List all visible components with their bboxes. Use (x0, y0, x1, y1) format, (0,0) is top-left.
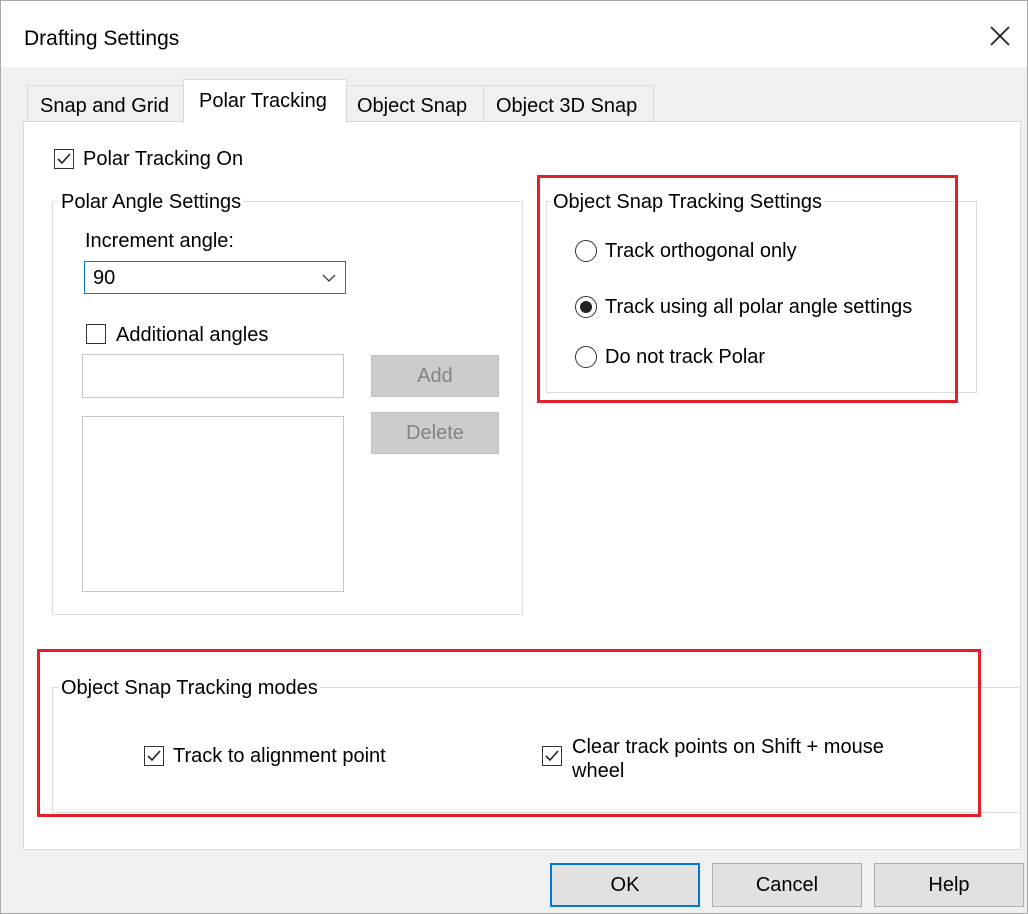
add-button[interactable]: Add (371, 355, 499, 397)
polar-angle-settings-title: Polar Angle Settings (59, 191, 244, 214)
object-snap-tracking-modes-title: Object Snap Tracking modes (59, 677, 320, 700)
add-button-label: Add (417, 365, 453, 387)
checkmark-icon (57, 153, 71, 165)
do-not-track-polar-radio[interactable] (575, 346, 597, 368)
checkmark-icon (147, 750, 161, 762)
additional-angles-checkbox[interactable] (86, 324, 106, 344)
checkmark-icon (545, 750, 559, 762)
title-bar: Drafting Settings (1, 1, 1027, 67)
chevron-down-icon (322, 274, 336, 282)
object-snap-tracking-settings-title: Object Snap Tracking Settings (551, 191, 825, 214)
track-all-polar-angles-radio[interactable] (575, 296, 597, 318)
clear-track-points-label: Clear track points on Shift + mouse whee… (572, 735, 884, 783)
close-button[interactable] (979, 15, 1023, 59)
tab-label: Polar Tracking (199, 90, 327, 112)
polar-tracking-on-label: Polar Tracking On (83, 148, 244, 170)
polar-tracking-on-checkbox[interactable] (54, 149, 74, 169)
track-orthogonal-only-radio[interactable] (575, 240, 597, 262)
tab-object-3d-snap[interactable]: Object 3D Snap (483, 85, 654, 122)
delete-button-label: Delete (406, 422, 464, 444)
track-to-alignment-point-label: Track to alignment point (173, 745, 386, 767)
tab-label: Object Snap (357, 95, 468, 117)
additional-angle-input[interactable] (82, 354, 344, 398)
clear-track-points-label-line1: Clear track points on Shift + mouse (572, 736, 884, 758)
close-icon (990, 26, 1010, 46)
clear-track-points-checkbox[interactable] (542, 746, 562, 766)
delete-button[interactable]: Delete (371, 412, 499, 454)
tab-object-snap[interactable]: Object Snap (346, 85, 484, 122)
track-orthogonal-only-label: Track orthogonal only (605, 240, 797, 262)
drafting-settings-dialog: Drafting Settings Snap and Grid Polar Tr… (0, 0, 1028, 914)
increment-angle-label: Increment angle: (85, 230, 234, 252)
increment-angle-dropdown[interactable]: 90 (84, 261, 346, 294)
tab-label: Snap and Grid (40, 95, 169, 117)
tab-snap-and-grid[interactable]: Snap and Grid (27, 85, 184, 122)
radio-selected-dot (580, 301, 592, 313)
help-button[interactable]: Help (874, 863, 1024, 907)
track-to-alignment-point-checkbox[interactable] (144, 746, 164, 766)
clear-track-points-label-line2: wheel (572, 760, 625, 782)
tab-label: Object 3D Snap (496, 95, 638, 117)
additional-angles-label: Additional angles (116, 324, 269, 346)
additional-angles-list[interactable] (82, 416, 344, 592)
tab-polar-tracking[interactable]: Polar Tracking (183, 79, 347, 123)
ok-button[interactable]: OK (550, 863, 700, 907)
dialog-title: Drafting Settings (24, 27, 180, 50)
track-all-polar-angles-label: Track using all polar angle settings (605, 296, 913, 318)
increment-angle-value: 90 (93, 267, 116, 289)
do-not-track-polar-label: Do not track Polar (605, 346, 766, 368)
cancel-button[interactable]: Cancel (712, 863, 862, 907)
